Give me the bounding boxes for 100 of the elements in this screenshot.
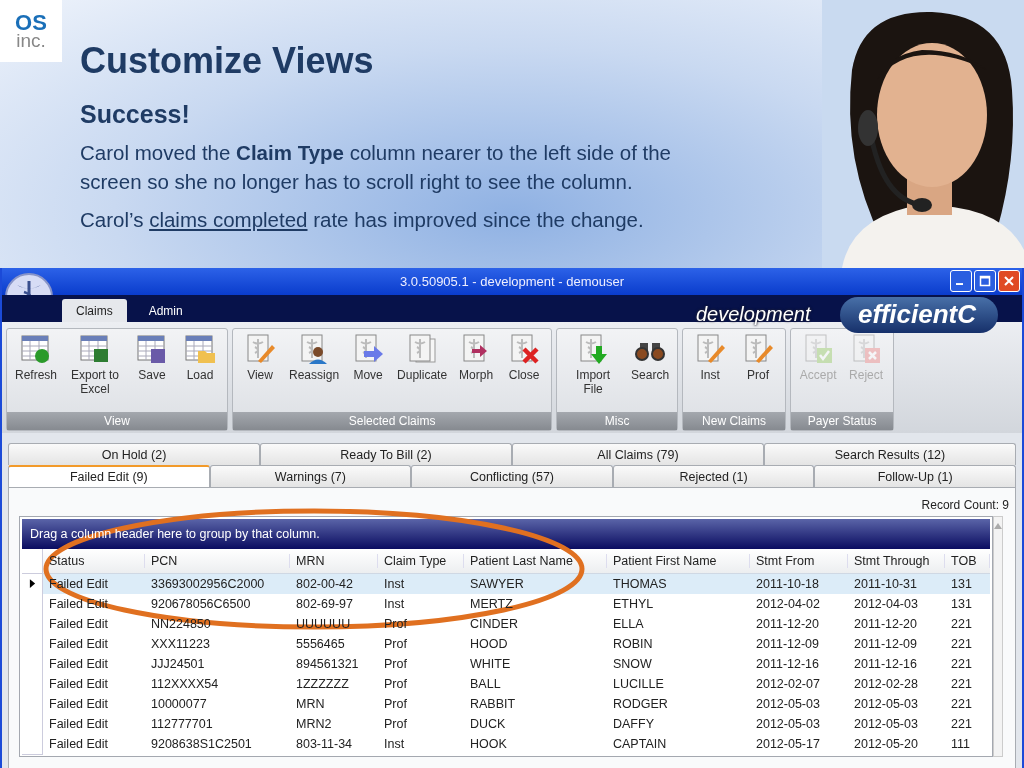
table-cell-text: MRN2 bbox=[295, 717, 333, 731]
table-cell-text: 802-00-42 bbox=[295, 577, 354, 591]
checkmark-icon bbox=[802, 333, 835, 365]
tab[interactable]: All Claims (79) bbox=[512, 443, 764, 465]
tab[interactable]: Rejected (1) bbox=[612, 465, 815, 487]
toolbar-button[interactable]: Load bbox=[176, 329, 225, 412]
table-cell-text: Failed Edit bbox=[48, 677, 110, 691]
tab[interactable]: Search Results (12) bbox=[764, 443, 1016, 465]
tab[interactable]: Ready To Bill (2) bbox=[260, 443, 512, 465]
table-cell-text: 221 bbox=[950, 717, 973, 731]
table-cell-text: 131 bbox=[950, 597, 973, 611]
table-cell-text: 894561321 bbox=[295, 657, 360, 671]
column-header[interactable]: Claim Type bbox=[378, 554, 464, 568]
slide-paragraph: Carol moved the Claim Type column nearer to the left side of the screen so she no longer has to scroll right to see the column. bbox=[80, 140, 673, 195]
ribbon-tab[interactable]: Claims bbox=[62, 299, 127, 322]
toolbar-button[interactable]: Save bbox=[128, 329, 177, 412]
table-cell-text: ROBIN bbox=[612, 637, 654, 651]
toolbar-button[interactable]: Import File bbox=[560, 329, 627, 412]
table-cell-text: 1ZZZZZZ bbox=[295, 677, 350, 691]
scroll-up-icon[interactable] bbox=[994, 523, 1002, 529]
table-cell-text: 10000077 bbox=[150, 697, 208, 711]
pencil-document-icon bbox=[742, 333, 775, 365]
table-cell-text: 33693002956C2000 bbox=[150, 577, 266, 591]
column-header[interactable]: Patient First Name bbox=[607, 554, 750, 568]
minimize-button[interactable] bbox=[950, 270, 972, 292]
table-cell-text: 2011-10-31 bbox=[853, 577, 918, 591]
table-cell-text: 2011-12-16 bbox=[755, 657, 820, 671]
column-header[interactable]: PCN bbox=[145, 554, 290, 568]
table-cell-text: 9208638S1C2501 bbox=[150, 737, 253, 751]
slide-title: Customize Views bbox=[80, 40, 375, 82]
table-cell-text: ELLA bbox=[612, 617, 645, 631]
refresh-icon bbox=[20, 333, 52, 365]
table-cell-text: Prof bbox=[383, 657, 408, 671]
table-cell-text: 2012-05-03 bbox=[853, 697, 919, 711]
scrollbar[interactable] bbox=[993, 516, 1003, 757]
table-cell-text: RABBIT bbox=[469, 697, 517, 711]
tab[interactable]: Failed Edit (9) bbox=[8, 465, 210, 487]
maximize-button[interactable] bbox=[974, 270, 996, 292]
table-cell-text: 2012-05-03 bbox=[755, 717, 821, 731]
copy-icon bbox=[406, 333, 439, 365]
ribbon-tab[interactable]: Admin bbox=[134, 299, 197, 322]
table-cell-text: Inst bbox=[383, 577, 406, 591]
tab[interactable]: On Hold (2) bbox=[8, 443, 260, 465]
slide-subtitle: Success! bbox=[80, 100, 191, 129]
table-cell-text: 2011-12-16 bbox=[853, 657, 918, 671]
tab[interactable]: Follow-Up (1) bbox=[814, 465, 1016, 487]
toolbar-button[interactable]: Move bbox=[344, 329, 393, 412]
table-cell-text: SAWYER bbox=[469, 577, 525, 591]
toolbar-button[interactable]: Duplicate bbox=[392, 329, 453, 412]
record-count: Record Count: 9 bbox=[920, 497, 1010, 514]
table-cell-text: ETHYL bbox=[612, 597, 655, 611]
group-label: Selected Claims bbox=[233, 412, 552, 430]
table-row[interactable]: Failed Edit XXX11223 5556465 Prof HOOD ROBIN 2011-12-09 2011-12-09 221 bbox=[22, 634, 990, 654]
table-row[interactable]: Failed Edit JJJ24501 894561321 Prof WHITE SNOW 2011-12-16 2011-12-16 221 bbox=[22, 654, 990, 674]
current-row-icon bbox=[28, 579, 36, 588]
table-cell-text: Failed Edit bbox=[48, 657, 110, 671]
table-cell-text: 2012-05-17 bbox=[755, 737, 821, 751]
column-header[interactable]: MRN bbox=[290, 554, 378, 568]
toolbar-button[interactable]: Close bbox=[500, 329, 549, 412]
table-cell-text: 221 bbox=[950, 617, 973, 631]
table-cell-text: SNOW bbox=[612, 657, 653, 671]
table-row[interactable]: Failed Edit 10000077 MRN Prof RABBIT RODGER 2012-05-03 2012-05-03 221 bbox=[22, 694, 990, 714]
table-cell-text: 802-69-97 bbox=[295, 597, 354, 611]
table-cell-text: 2011-12-20 bbox=[755, 617, 820, 631]
toolbar-button[interactable]: Morph bbox=[452, 329, 501, 412]
table-cell-text: 221 bbox=[950, 637, 973, 651]
table-row[interactable]: Failed Edit 9208638S1C2501 803-11-34 Inst HOOK CAPTAIN 2012-05-17 2012-05-20 111 bbox=[22, 734, 990, 754]
column-header[interactable]: Patient Last Name bbox=[464, 554, 607, 568]
table-row[interactable]: Failed Edit 112777701 MRN2 Prof DUCK DAFFY 2012-05-03 2012-05-03 221 bbox=[22, 714, 990, 734]
table-cell-text: Prof bbox=[383, 697, 408, 711]
group-label: View bbox=[7, 412, 228, 430]
toolbar-button[interactable]: View bbox=[236, 329, 285, 412]
table-cell-text: 920678056C6500 bbox=[150, 597, 252, 611]
column-header[interactable]: Stmt Through bbox=[848, 554, 945, 568]
toolbar-button[interactable]: Inst bbox=[686, 329, 735, 412]
table-cell-text: 221 bbox=[950, 677, 973, 691]
column-header[interactable]: Status bbox=[43, 554, 145, 568]
toolbar-button[interactable]: Export to Excel bbox=[62, 329, 129, 412]
table-cell-text: 221 bbox=[950, 657, 973, 671]
column-header[interactable]: Stmt From bbox=[750, 554, 848, 568]
table-cell-text: MRN bbox=[295, 697, 326, 711]
toolbar-button[interactable]: Refresh bbox=[10, 329, 63, 412]
table-cell-text: CINDER bbox=[469, 617, 519, 631]
toolbar-button[interactable]: Search bbox=[626, 329, 675, 412]
close-button[interactable] bbox=[998, 270, 1020, 292]
table-row[interactable]: Failed Edit 112XXXX54 1ZZZZZZ Prof BALL LUCILLE 2012-02-07 2012-02-28 221 bbox=[22, 674, 990, 694]
toolbar-button[interactable]: Reassign bbox=[284, 329, 345, 412]
table-cell-text: Inst bbox=[383, 737, 406, 751]
window-title: 3.0.50905.1 - development - demouser bbox=[400, 274, 624, 289]
table-cell-text: 803-11-34 bbox=[295, 737, 354, 751]
table-cell-text: BALL bbox=[469, 677, 502, 691]
table-cell-text: 2011-10-18 bbox=[755, 577, 820, 591]
table-cell-text: 2012-04-03 bbox=[853, 597, 919, 611]
column-header[interactable]: TOB bbox=[945, 554, 990, 568]
table-cell-text: Prof bbox=[383, 717, 408, 731]
row-selector[interactable] bbox=[22, 573, 43, 595]
tab[interactable]: Warnings (7) bbox=[209, 465, 412, 487]
toolbar-button[interactable]: Prof bbox=[734, 329, 783, 412]
table-cell-text: WHITE bbox=[469, 657, 512, 671]
tab[interactable]: Conflicting (57) bbox=[411, 465, 613, 487]
